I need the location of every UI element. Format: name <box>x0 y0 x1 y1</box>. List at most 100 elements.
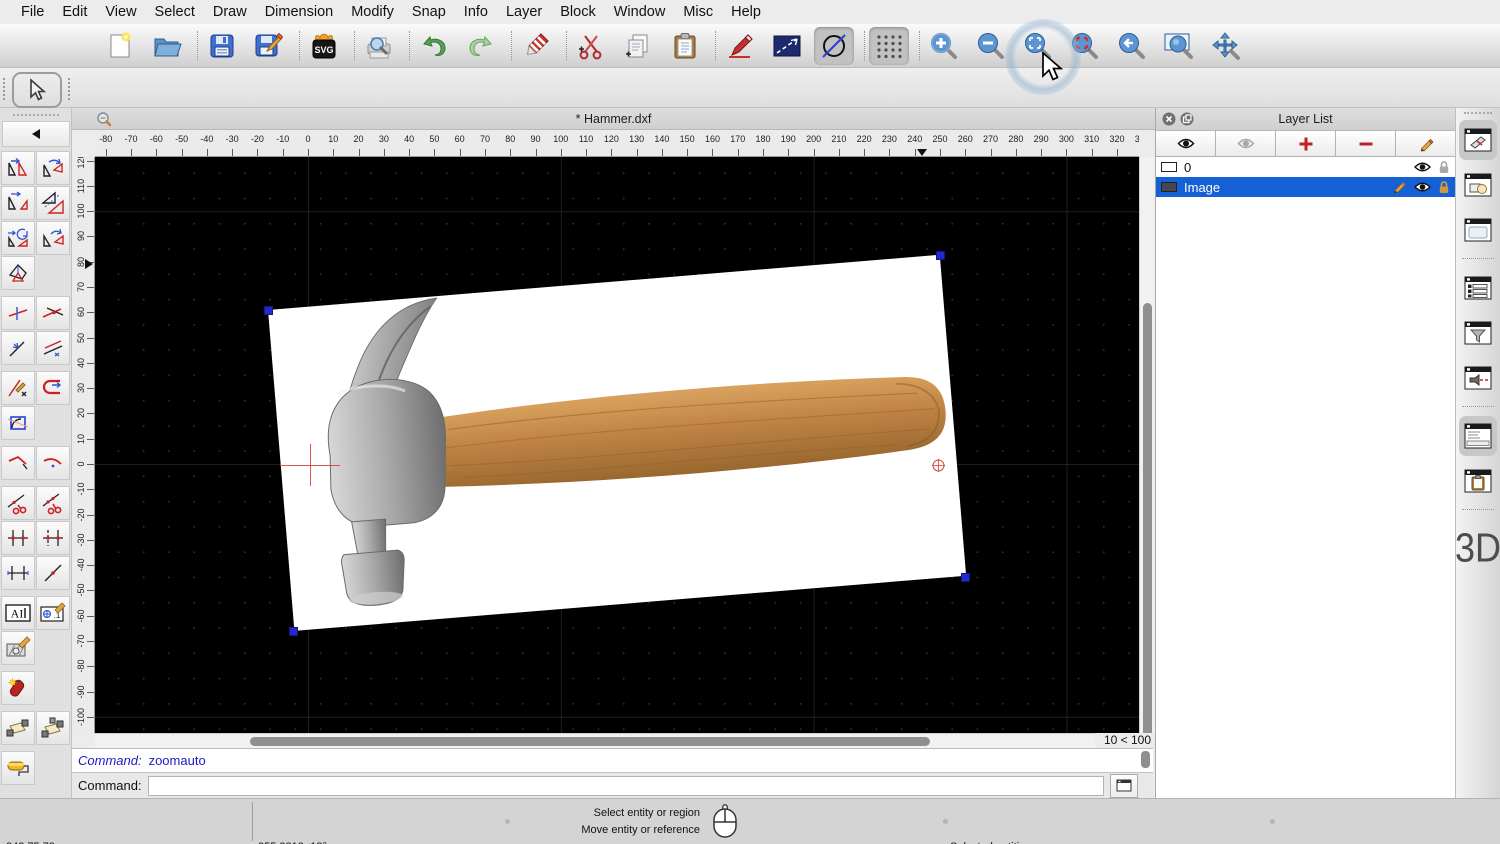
print-preview-button[interactable] <box>359 27 399 65</box>
tool-lengthen-two[interactable] <box>1 556 35 590</box>
inserted-image[interactable] <box>268 255 966 631</box>
tool-paint-roller[interactable] <box>1 751 35 785</box>
tool-delete-entity[interactable] <box>1 371 35 405</box>
layer-lock-icon[interactable] <box>1438 160 1450 174</box>
open-file-button[interactable] <box>147 27 187 65</box>
snap-grid-button[interactable] <box>869 27 909 65</box>
pen-toolbar-button[interactable] <box>814 27 854 65</box>
tool-fillet[interactable] <box>36 446 70 480</box>
document-titlebar[interactable]: * Hammer.dxf <box>72 108 1155 130</box>
tool-explode[interactable] <box>1 671 35 705</box>
tool-break[interactable] <box>36 556 70 590</box>
menu-modify[interactable]: Modify <box>342 4 403 20</box>
hscroll-thumb[interactable] <box>250 737 930 746</box>
tool-hatch-edit[interactable] <box>1 631 35 665</box>
command-dock-button[interactable] <box>1110 774 1138 798</box>
tool-scale[interactable] <box>36 186 70 220</box>
tool-bevel[interactable] <box>1 446 35 480</box>
menu-select[interactable]: Select <box>146 4 204 20</box>
canvas-hscrollbar[interactable] <box>95 733 1095 748</box>
layer-row-image[interactable]: Image <box>1156 177 1455 197</box>
new-file-button[interactable] <box>100 27 140 65</box>
export-svg-button[interactable]: SVG <box>304 27 344 65</box>
tool-dim-edit[interactable]: .1 <box>36 596 70 630</box>
tool-order[interactable] <box>1 256 35 290</box>
menu-info[interactable]: Info <box>455 4 497 20</box>
palette-grip[interactable] <box>13 114 59 116</box>
selection-handle[interactable] <box>961 573 970 582</box>
menu-view[interactable]: View <box>96 4 145 20</box>
tool-lengthen[interactable] <box>1 331 35 365</box>
dock-notes[interactable] <box>1459 461 1497 501</box>
tool-stretch[interactable] <box>36 521 70 555</box>
tool-mirror[interactable] <box>1 186 35 220</box>
selection-handle[interactable] <box>936 251 945 260</box>
tool-divide-two[interactable] <box>36 486 70 520</box>
tool-rotate-two[interactable] <box>36 221 70 255</box>
tool-offset[interactable] <box>36 331 70 365</box>
undo-button[interactable] <box>414 27 454 65</box>
selection-pointer-button[interactable] <box>12 72 62 108</box>
tool-trim[interactable] <box>1 296 35 330</box>
close-icon[interactable] <box>1162 112 1176 126</box>
copy-button[interactable] <box>618 27 658 65</box>
tool-move-copy[interactable] <box>1 151 35 185</box>
selection-handle[interactable] <box>264 306 273 315</box>
layer-edit-icon[interactable] <box>1392 180 1407 194</box>
zoom-window-button[interactable] <box>1159 27 1199 65</box>
toolbar-grip[interactable] <box>68 78 74 100</box>
draw-attributes-button[interactable] <box>720 27 760 65</box>
vscroll-thumb[interactable] <box>1143 303 1152 739</box>
add-layer-button[interactable] <box>1276 131 1336 156</box>
dock-command-line[interactable] <box>1459 416 1497 456</box>
detach-icon[interactable] <box>1180 112 1194 126</box>
zoom-previous-button[interactable] <box>1112 27 1152 65</box>
cut-button[interactable] <box>571 27 611 65</box>
menu-misc[interactable]: Misc <box>674 4 722 20</box>
menu-help[interactable]: Help <box>722 4 770 20</box>
palette-back-button[interactable] <box>2 121 70 147</box>
dock-grip[interactable] <box>1464 112 1492 114</box>
save-button[interactable] <box>202 27 242 65</box>
tool-trim-two[interactable] <box>36 296 70 330</box>
menu-draw[interactable]: Draw <box>204 4 256 20</box>
line-attributes-button[interactable] <box>767 27 807 65</box>
modify-layer-button[interactable] <box>1396 131 1455 156</box>
zoom-pan-button[interactable] <box>1206 27 1246 65</box>
dock-library-browser[interactable] <box>1459 210 1497 250</box>
tool-rotate[interactable] <box>36 151 70 185</box>
layer-visible-icon[interactable] <box>1414 181 1431 193</box>
menu-window[interactable]: Window <box>605 4 675 20</box>
tool-block-edit[interactable] <box>1 711 35 745</box>
tool-entity-properties[interactable] <box>1 406 35 440</box>
delete-eraser-button[interactable] <box>516 27 556 65</box>
command-input[interactable] <box>148 776 1104 796</box>
hide-all-layers-button[interactable] <box>1216 131 1276 156</box>
zoom-auto-button[interactable] <box>1018 27 1058 65</box>
history-scroll-thumb[interactable] <box>1141 751 1150 768</box>
tool-text-edit[interactable]: AI <box>1 596 35 630</box>
zoom-out-button[interactable] <box>971 27 1011 65</box>
zoom-selected-button[interactable] <box>1065 27 1105 65</box>
dock-block-list[interactable] <box>1459 165 1497 205</box>
menu-snap[interactable]: Snap <box>403 4 455 20</box>
dock-layer-list[interactable] <box>1459 120 1497 160</box>
save-as-button[interactable] <box>249 27 289 65</box>
layer-visible-icon[interactable] <box>1414 161 1431 173</box>
dock-selection-filter[interactable] <box>1459 313 1497 353</box>
layer-lock-icon[interactable] <box>1438 180 1450 194</box>
menu-edit[interactable]: Edit <box>53 4 96 20</box>
tool-block-create[interactable] <box>36 711 70 745</box>
paste-button[interactable] <box>665 27 705 65</box>
remove-layer-button[interactable] <box>1336 131 1396 156</box>
redo-button[interactable] <box>461 27 501 65</box>
drawing-canvas[interactable] <box>95 157 1139 733</box>
layer-panel-titlebar[interactable]: Layer List <box>1156 108 1455 131</box>
zoom-in-button[interactable] <box>924 27 964 65</box>
selection-handle[interactable] <box>289 627 298 636</box>
canvas-vscrollbar[interactable] <box>1139 157 1155 733</box>
tool-trim-multiple[interactable] <box>1 521 35 555</box>
toolbar-grip[interactable] <box>3 78 9 100</box>
dock-entity-list[interactable] <box>1459 268 1497 308</box>
show-all-layers-button[interactable] <box>1156 131 1216 156</box>
